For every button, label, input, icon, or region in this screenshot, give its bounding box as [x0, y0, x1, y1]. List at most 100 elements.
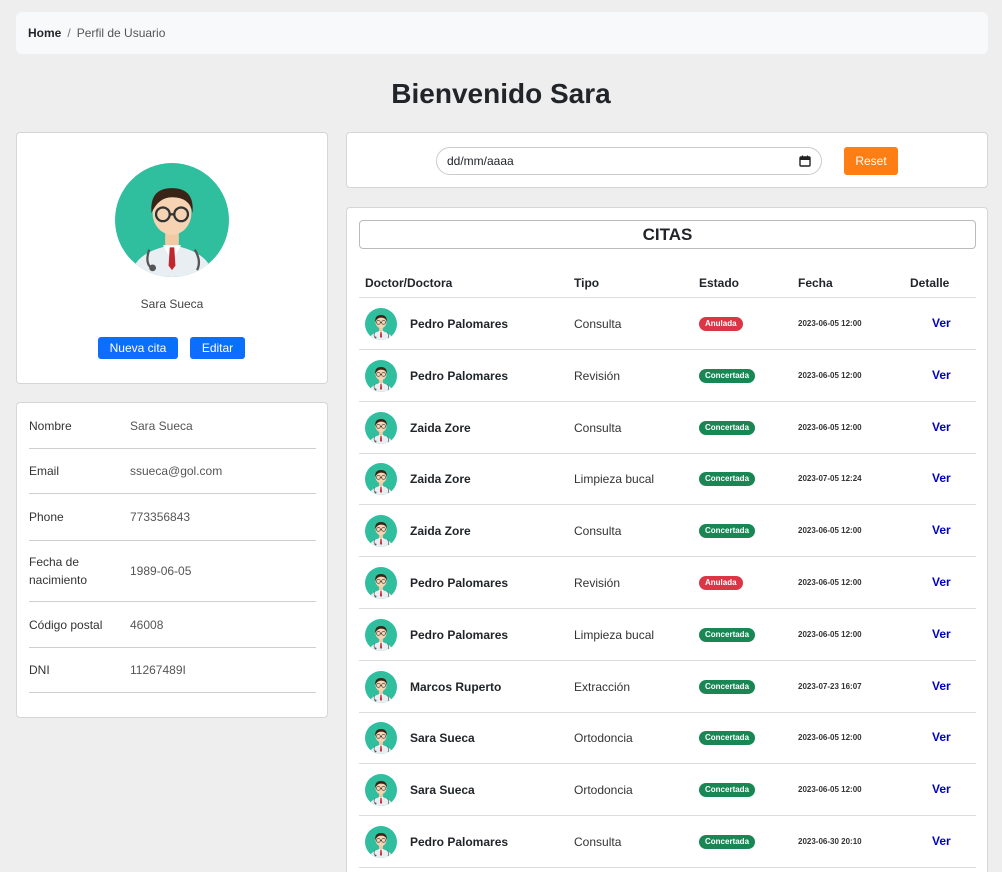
appointment-type: Ortodoncia	[574, 783, 633, 798]
info-label: Fecha de nacimiento	[29, 555, 88, 587]
view-detail-link[interactable]: Ver	[932, 730, 951, 744]
view-detail-link[interactable]: Ver	[932, 834, 951, 848]
date-input[interactable]: dd/mm/aaaa	[436, 147, 822, 175]
appointment-type: Consulta	[574, 317, 622, 331]
doctor-name: Marcos Ruperto	[410, 679, 502, 694]
view-detail-link[interactable]: Ver	[932, 679, 951, 693]
reset-button[interactable]: Reset	[844, 147, 898, 175]
column-header-doctor: Doctor/Doctora	[365, 276, 453, 290]
info-value: ssueca@gol.com	[130, 464, 223, 478]
doctor-avatar-icon	[365, 515, 397, 547]
status-badge: Concertada	[699, 731, 756, 746]
status-badge: Anulada	[699, 317, 743, 331]
doctor-name: Pedro Palomares	[410, 835, 509, 849]
view-detail-link[interactable]: Ver	[932, 575, 951, 589]
status-badge: Anulada	[699, 576, 743, 590]
appointment-type: Consulta	[574, 420, 622, 435]
new-appointment-button[interactable]: Nueva cita	[98, 337, 178, 359]
appointment-date: 2023-06-05 12:00	[798, 526, 862, 536]
appointment-date: 2023-07-05 12:24	[798, 474, 862, 484]
doctor-avatar-icon	[365, 722, 397, 754]
status-badge: Concertada	[699, 627, 756, 642]
appointment-type: Limpieza bucal	[574, 472, 655, 487]
doctor-name: Pedro Palomares	[410, 368, 509, 383]
info-value: 11267489I	[130, 663, 186, 677]
profile-name: Sara Sueca	[140, 297, 204, 311]
status-badge: Concertada	[699, 472, 756, 487]
view-detail-link[interactable]: Ver	[932, 782, 951, 796]
doctor-avatar-icon	[115, 163, 229, 277]
page-title: Bienvenido Sara	[391, 78, 611, 109]
info-label: Phone	[29, 510, 64, 524]
appointment-type: Extracción	[574, 679, 631, 694]
breadcrumb: Home / Perfil de Usuario	[16, 12, 988, 54]
calendar-icon[interactable]	[799, 155, 811, 167]
view-detail-link[interactable]: Ver	[932, 420, 951, 434]
doctor-avatar-icon	[365, 671, 397, 703]
edit-button[interactable]: Editar	[190, 337, 245, 359]
appointment-type: Ortodoncia	[574, 731, 633, 746]
date-filter-card: dd/mm/aaaa Reset	[346, 132, 988, 188]
status-badge: Concertada	[699, 420, 756, 435]
doctor-avatar-icon	[365, 619, 397, 651]
appointment-date: 2023-06-05 12:00	[798, 370, 862, 380]
info-row-dni: DNI 11267489I	[29, 648, 316, 693]
doctor-avatar-icon	[365, 567, 397, 599]
doctor-name: Zaida Zore	[410, 524, 471, 539]
appointment-type: Limpieza bucal	[574, 627, 655, 642]
appointment-date: 2023-06-05 12:00	[798, 319, 862, 328]
status-badge: Concertada	[699, 835, 756, 849]
appointments-title: CITAS	[359, 220, 976, 249]
info-label: Código postal	[29, 617, 103, 632]
table-row: Marcos Ruperto Extracción Concertada 2023-0…	[359, 661, 976, 713]
column-header-detalle: Detalle	[910, 276, 950, 290]
appointment-date: 2023-06-05 12:00	[798, 629, 862, 639]
doctor-avatar-icon	[365, 463, 397, 495]
info-row-postal-code: Código postal 46008	[29, 602, 316, 648]
appointment-date: 2023-06-05 12:00	[798, 785, 862, 795]
view-detail-link[interactable]: Ver	[932, 368, 951, 382]
doctor-name: Zaida Zore	[410, 472, 471, 487]
view-detail-link[interactable]: Ver	[932, 471, 951, 485]
info-label: Email	[29, 464, 60, 478]
doctor-name: Zaida Zore	[410, 420, 471, 435]
column-header-tipo: Tipo	[574, 276, 600, 290]
table-row: Pedro Palomares Consulta Concertada 2023-06…	[359, 816, 976, 868]
profile-card: Sara Sueca Nueva cita Editar	[16, 132, 328, 384]
view-detail-link[interactable]: Ver	[932, 523, 951, 537]
appointment-type: Consulta	[574, 524, 622, 539]
appointment-date: 2023-06-30 20:10	[798, 837, 862, 846]
table-row: Sara Sueca Ortodoncia Concertada 2023-06-05…	[359, 764, 976, 817]
user-info-card: Nombre Sara Sueca Email ssueca@gol.com P…	[16, 402, 328, 718]
table-row: Pedro Palomares Revisión Anulada 2023-06-05…	[359, 557, 976, 609]
doctor-avatar-icon	[365, 412, 397, 444]
appointment-date: 2023-06-05 12:00	[798, 733, 862, 743]
appointment-date: 2023-06-05 12:00	[798, 578, 862, 587]
info-row-name: Nombre Sara Sueca	[29, 404, 316, 449]
breadcrumb-current: Perfil de Usuario	[76, 26, 166, 40]
breadcrumb-home-link[interactable]: Home	[28, 26, 61, 40]
appointment-type: Consulta	[574, 835, 622, 849]
doctor-avatar-icon	[365, 774, 397, 806]
appointment-type: Revisión	[574, 576, 621, 590]
status-badge: Concertada	[699, 368, 756, 383]
column-header-estado: Estado	[699, 276, 740, 290]
doctor-avatar-icon	[365, 360, 397, 392]
table-row: Sara Sueca Ortodoncia Concertada 2023-06-05…	[359, 712, 976, 765]
info-row-phone: Phone 773356843	[29, 494, 316, 541]
status-badge: Concertada	[699, 783, 756, 798]
view-detail-link[interactable]: Ver	[932, 627, 951, 641]
appointment-date: 2023-07-23 16:07	[798, 681, 862, 691]
doctor-name: Sara Sueca	[410, 783, 475, 798]
appointments-card: CITAS Doctor/Doctora Tipo Estado Fecha D…	[346, 207, 988, 872]
info-value: Sara Sueca	[130, 419, 193, 433]
appointment-date: 2023-06-05 12:00	[798, 422, 862, 432]
doctor-avatar-icon	[365, 826, 397, 858]
status-badge: Concertada	[699, 679, 756, 694]
appointment-type: Revisión	[574, 368, 621, 383]
view-detail-link[interactable]: Ver	[932, 316, 951, 330]
info-value: 46008	[130, 617, 164, 632]
breadcrumb-separator: /	[67, 26, 71, 40]
table-row: Pedro Palomares Revisión Concertada 2023-06…	[359, 350, 976, 402]
info-value: 1989-06-05	[130, 564, 192, 578]
